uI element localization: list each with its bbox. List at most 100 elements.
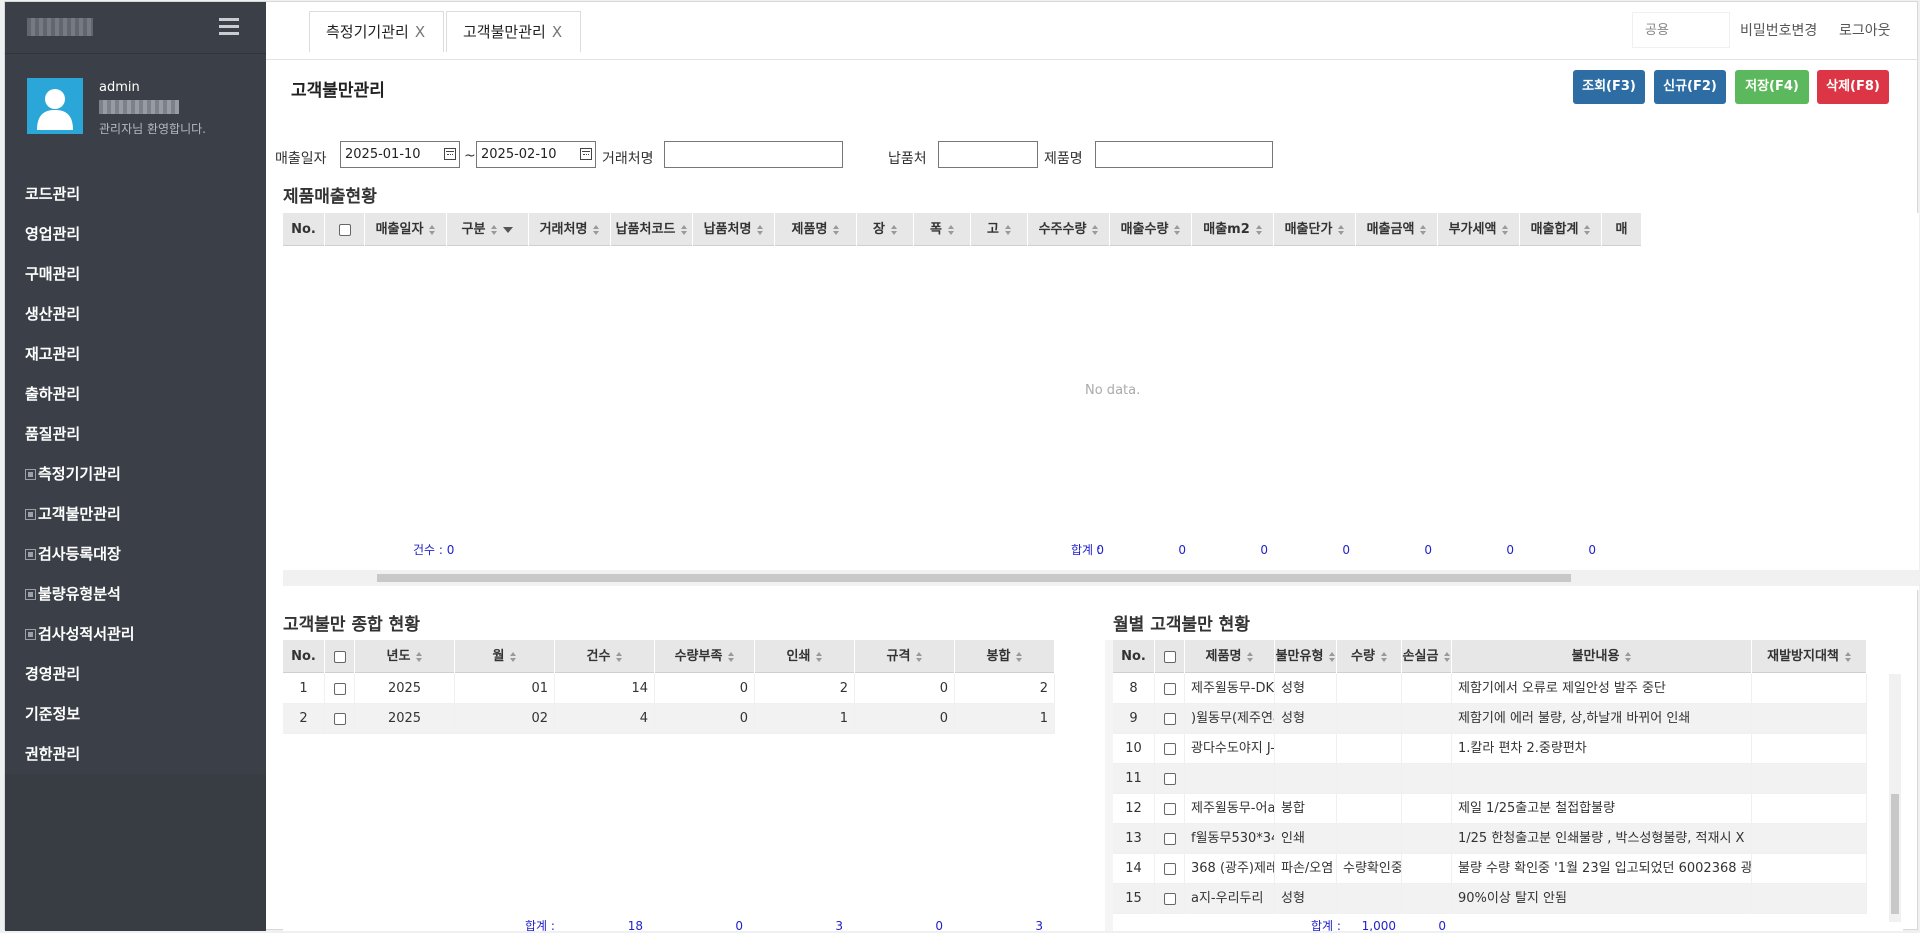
delete-button[interactable]: 삭제(F8): [1817, 70, 1889, 104]
sort-icon[interactable]: [593, 224, 600, 235]
table-row[interactable]: 15 a지-우리두리 성형 90%이상 탈지 안됨: [1113, 884, 1867, 914]
column-header[interactable]: 매출m2: [1192, 213, 1274, 246]
sidebar-item[interactable]: 검사등록대장: [5, 534, 266, 574]
sort-icon[interactable]: [616, 651, 623, 662]
column-header[interactable]: 매출합계: [1520, 213, 1602, 246]
column-header[interactable]: 거래처명: [529, 213, 611, 246]
column-header[interactable]: 매출수량: [1110, 213, 1192, 246]
sort-icon[interactable]: [816, 651, 823, 662]
row-checkbox[interactable]: [333, 712, 346, 725]
row-checkbox-cell[interactable]: [1155, 884, 1185, 914]
sort-icon[interactable]: [1844, 651, 1851, 662]
sort-icon[interactable]: [1444, 651, 1451, 662]
sort-icon[interactable]: [1016, 651, 1023, 662]
shared-selector[interactable]: 공용: [1632, 12, 1730, 48]
sort-icon[interactable]: [947, 224, 954, 235]
table-row[interactable]: 9)윌동무(제주연a 성형 제함기에 에러 불량, 상,하날개 바뀌어 인쇄: [1113, 704, 1867, 734]
sort-icon[interactable]: [728, 651, 735, 662]
row-checkbox[interactable]: [1163, 772, 1176, 785]
sort-icon[interactable]: [681, 224, 688, 235]
column-header[interactable]: 구분: [447, 213, 529, 246]
column-header[interactable]: 납품처명: [693, 213, 775, 246]
sort-icon[interactable]: [890, 224, 897, 235]
horizontal-scrollbar[interactable]: [283, 570, 1919, 586]
row-checkbox[interactable]: [1163, 832, 1176, 845]
product-input[interactable]: [1095, 141, 1273, 168]
column-header[interactable]: 장: [857, 213, 914, 246]
sort-icon[interactable]: [1338, 224, 1345, 235]
column-header[interactable]: 매출일자: [365, 213, 447, 246]
column-header[interactable]: 손실금: [1402, 640, 1452, 673]
row-checkbox[interactable]: [1163, 712, 1176, 725]
column-header[interactable]: 건수: [555, 640, 655, 673]
sidebar-item[interactable]: 권한관리: [5, 734, 266, 774]
row-checkbox[interactable]: [1163, 862, 1176, 875]
row-checkbox-cell[interactable]: [1155, 854, 1185, 884]
sort-icon[interactable]: [1584, 224, 1591, 235]
new-button[interactable]: 신규(F2): [1654, 70, 1726, 104]
row-checkbox-cell[interactable]: [1155, 674, 1185, 704]
sidebar-item[interactable]: 출하관리: [5, 374, 266, 414]
scrollbar-thumb[interactable]: [1891, 794, 1899, 914]
tab-customer-complaint[interactable]: 고객불만관리 X: [446, 11, 581, 52]
column-header[interactable]: 매출금액: [1356, 213, 1438, 246]
sidebar-item[interactable]: 고객불만관리: [5, 494, 266, 534]
sort-icon[interactable]: [1004, 224, 1011, 235]
date-from-input[interactable]: 2025-01-10: [340, 141, 460, 168]
sort-icon[interactable]: [833, 224, 840, 235]
sort-icon[interactable]: [1380, 651, 1387, 662]
row-checkbox-cell[interactable]: [1155, 764, 1185, 794]
select-all-checkbox[interactable]: [338, 223, 351, 236]
calendar-icon[interactable]: [580, 148, 592, 160]
sort-icon[interactable]: [1092, 224, 1099, 235]
sort-icon[interactable]: [916, 651, 923, 662]
sort-icon[interactable]: [510, 651, 517, 662]
row-checkbox-cell[interactable]: [1155, 704, 1185, 734]
sidebar-item[interactable]: 생산관리: [5, 294, 266, 334]
row-checkbox-cell[interactable]: [1155, 734, 1185, 764]
sort-icon[interactable]: [491, 224, 498, 235]
date-to-input[interactable]: 2025-02-10: [476, 141, 596, 168]
column-header[interactable]: 부가세액: [1438, 213, 1520, 246]
column-header[interactable]: 수량: [1337, 640, 1402, 673]
logout-link[interactable]: 로그아웃: [1839, 20, 1891, 40]
table-row[interactable]: 1 2025 01 14 0 2 0 2: [283, 674, 1055, 704]
column-header[interactable]: 수량부족: [655, 640, 755, 673]
sidebar-item[interactable]: 불량유형분석: [5, 574, 266, 614]
column-header[interactable]: 월: [455, 640, 555, 673]
sidebar-item[interactable]: 기준정보: [5, 694, 266, 734]
column-header[interactable]: 매: [1602, 213, 1642, 246]
column-header[interactable]: 폭: [914, 213, 971, 246]
table-row[interactable]: 10 광다수도야지 J-S 1.칼라 편차 2.중량편차: [1113, 734, 1867, 764]
tab-measuring-device[interactable]: 측정기기관리 X: [309, 11, 444, 52]
row-checkbox[interactable]: [333, 682, 346, 695]
table-row[interactable]: 8 제주윌동무-DK 성형 제함기에서 오류로 제일안성 발주 중단: [1113, 674, 1867, 704]
column-header[interactable]: 고: [971, 213, 1028, 246]
sort-icon[interactable]: [1255, 224, 1262, 235]
customer-input[interactable]: [664, 141, 843, 168]
table-row[interactable]: 2 2025 02 4 0 1 0 1: [283, 704, 1055, 734]
sidebar-item[interactable]: 검사성적서관리: [5, 614, 266, 654]
sidebar-item[interactable]: 코드관리: [5, 174, 266, 214]
sort-icon[interactable]: [1420, 224, 1427, 235]
sidebar-item[interactable]: 측정기기관리: [5, 454, 266, 494]
row-checkbox-cell[interactable]: [325, 704, 355, 734]
row-checkbox-cell[interactable]: [1155, 794, 1185, 824]
column-header[interactable]: 수주수량: [1028, 213, 1110, 246]
column-header[interactable]: 불만유형: [1275, 640, 1337, 673]
select-all-checkbox[interactable]: [333, 650, 346, 663]
column-header[interactable]: 봉합: [955, 640, 1055, 673]
column-header[interactable]: 매출단가: [1274, 213, 1356, 246]
sort-icon[interactable]: [1625, 651, 1632, 662]
sort-icon[interactable]: [1247, 651, 1254, 662]
column-header[interactable]: 납품처코드: [611, 213, 693, 246]
sidebar-item[interactable]: 재고관리: [5, 334, 266, 374]
sort-icon[interactable]: [757, 224, 764, 235]
sidebar-item[interactable]: 구매관리: [5, 254, 266, 294]
sort-icon[interactable]: [1502, 224, 1509, 235]
sort-icon[interactable]: [1329, 651, 1336, 662]
table-row[interactable]: 11: [1113, 764, 1867, 794]
column-header[interactable]: 재발방지대책: [1752, 640, 1867, 673]
sidebar-item[interactable]: 영업관리: [5, 214, 266, 254]
sort-icon[interactable]: [416, 651, 423, 662]
